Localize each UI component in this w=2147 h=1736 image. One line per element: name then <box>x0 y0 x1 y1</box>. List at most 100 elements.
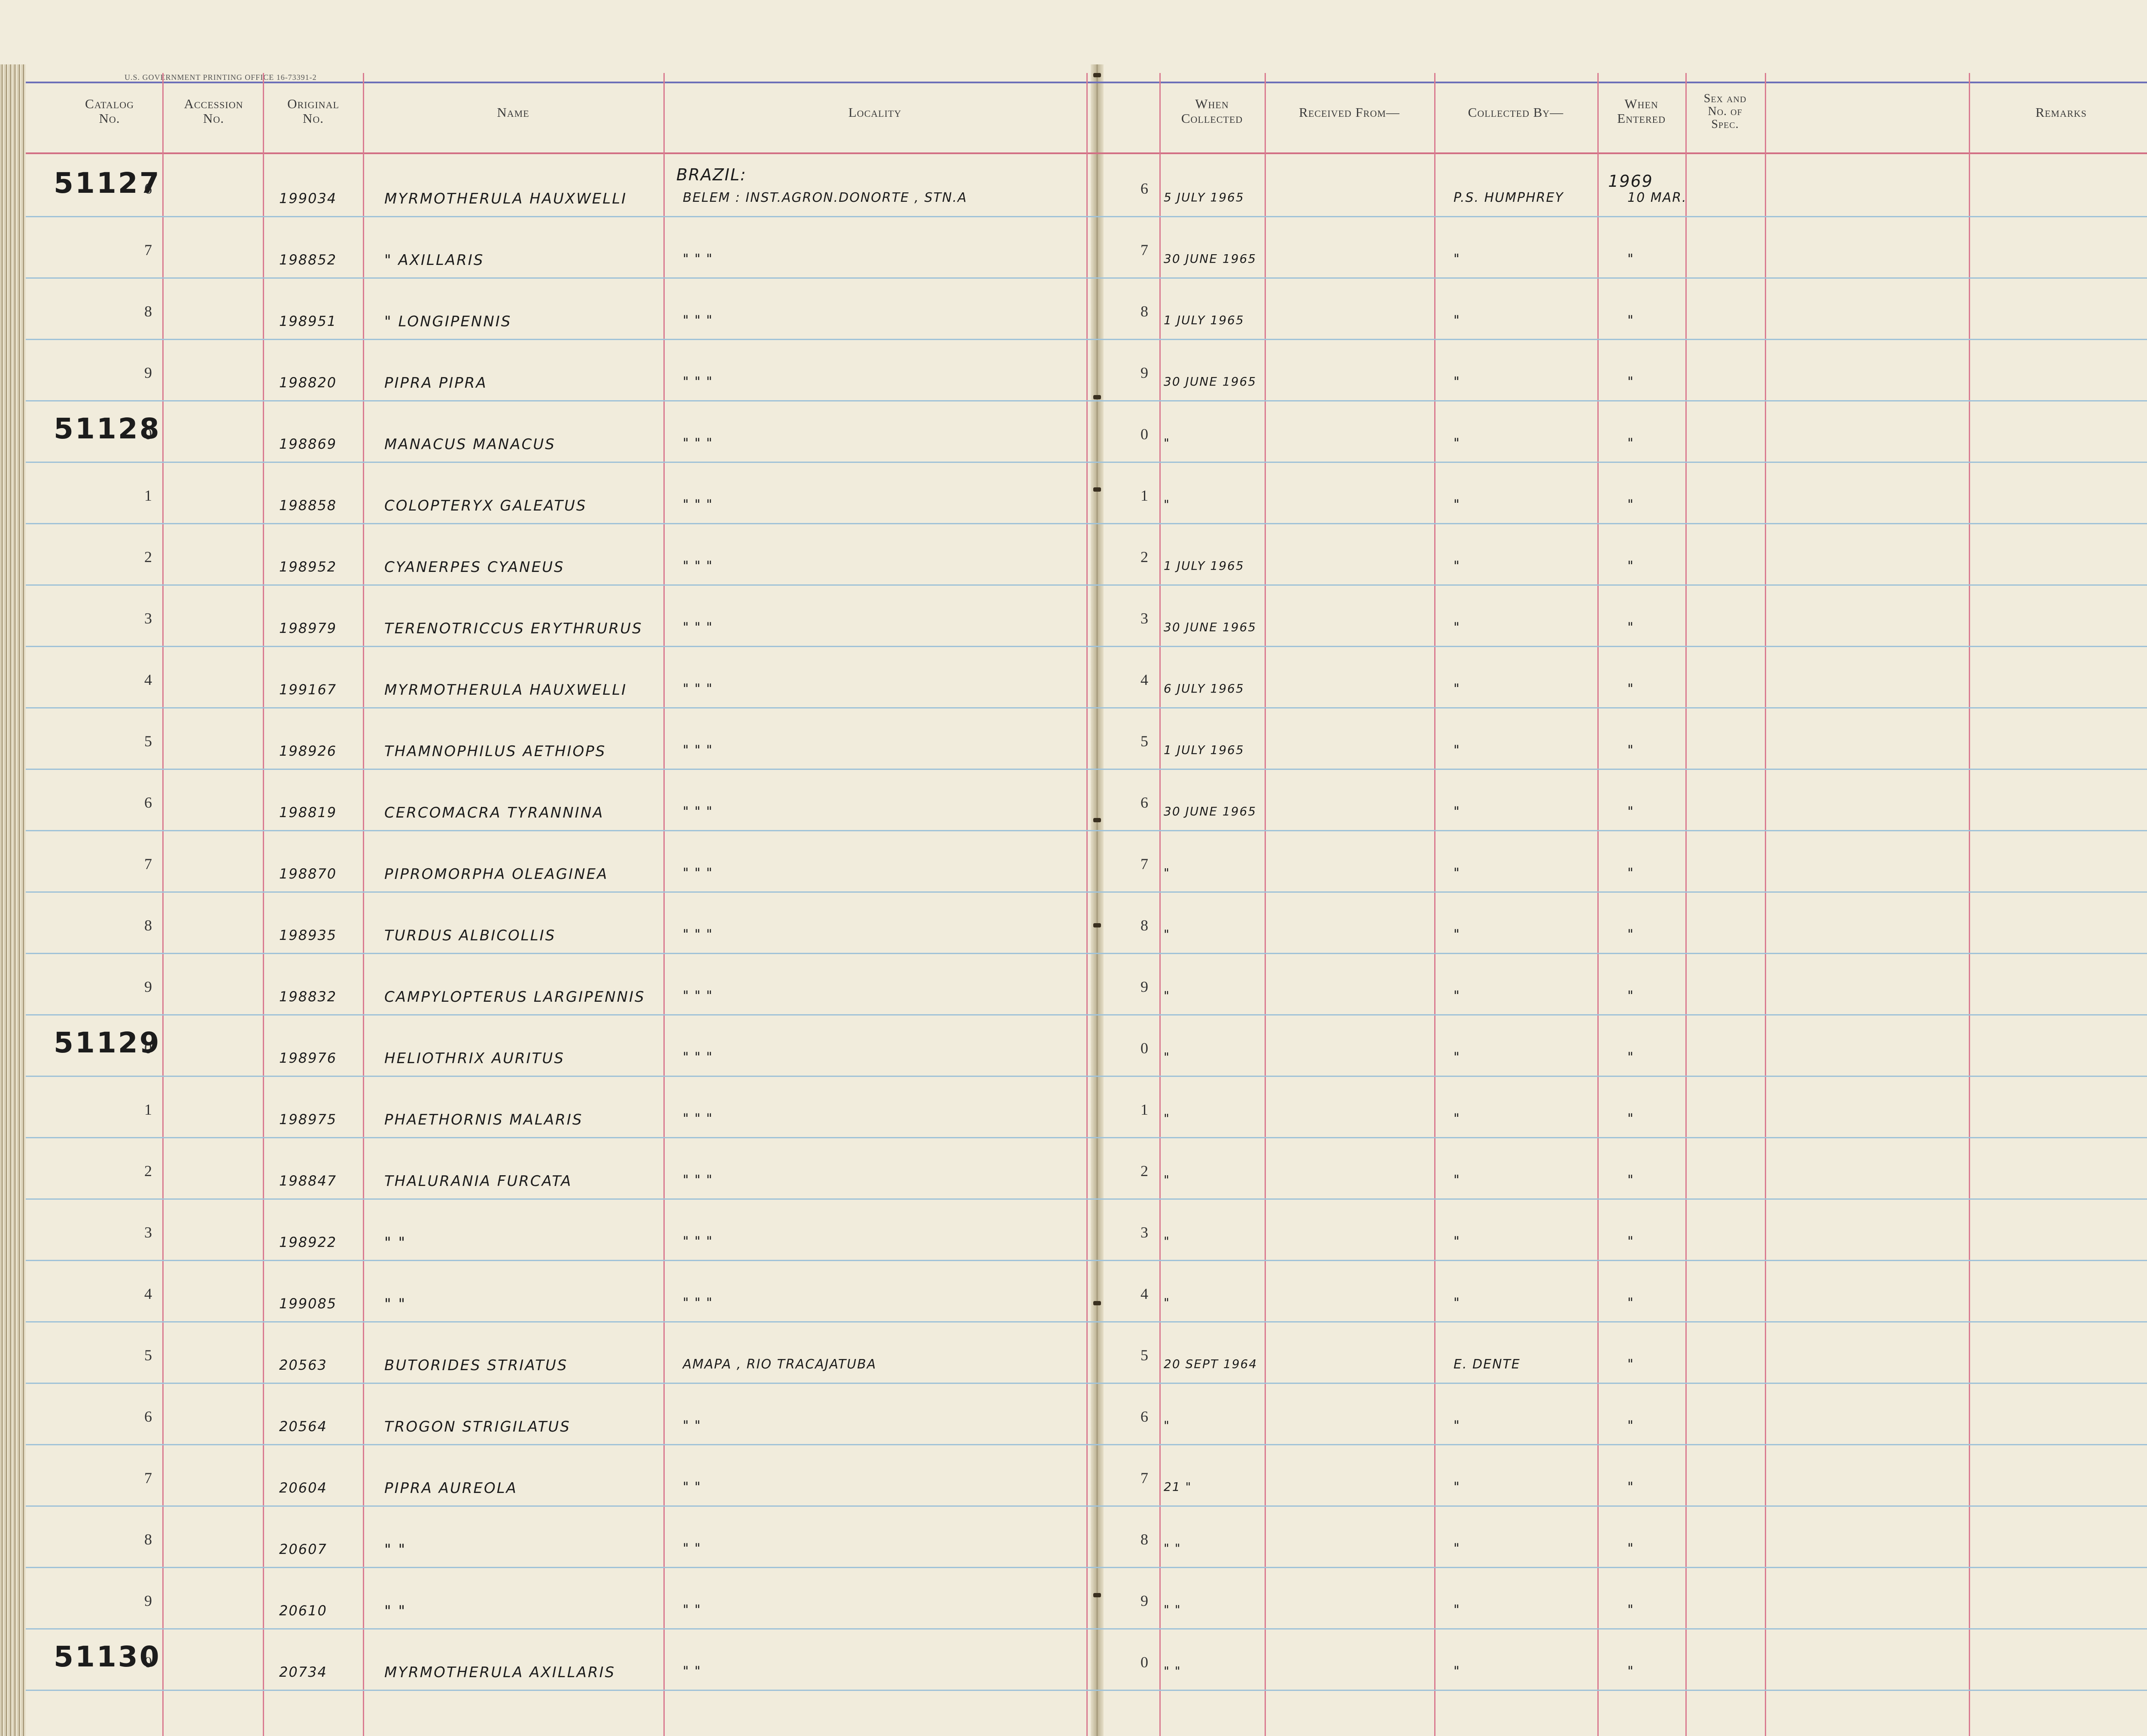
row-rule <box>26 830 2147 831</box>
col-line <box>663 73 665 1736</box>
row-digit-right: 9 <box>1140 1592 1148 1609</box>
original-number: 198922 <box>279 1234 337 1250</box>
locality-entry: " " " <box>683 374 713 389</box>
when-entered: " <box>1627 1357 1634 1372</box>
header-name: Name <box>497 105 529 120</box>
row-rule <box>26 1383 2147 1384</box>
binding-hole <box>1093 923 1101 927</box>
locality-entry: " " " <box>683 1234 713 1249</box>
collected-by: " <box>1454 1480 1460 1495</box>
when-collected: " <box>1164 866 1170 880</box>
when-entered: " <box>1627 252 1634 267</box>
row-digit-left: 9 <box>144 364 152 381</box>
row-digit-right: 0 <box>1140 1654 1148 1671</box>
row-digit-right: 7 <box>1140 241 1148 258</box>
locality-entry: Belem : Inst.Agron.doNorte , Stn.A <box>683 190 967 205</box>
original-number: 198979 <box>279 620 337 636</box>
col-line <box>263 73 264 1736</box>
header-sex-spec: Sex and No. of Spec. <box>1703 92 1747 131</box>
locality-entry: " " " <box>683 681 713 696</box>
row-rule <box>26 1690 2147 1691</box>
locality-entry: " " <box>683 1541 702 1556</box>
header-catalog: Catalog No. <box>85 96 134 126</box>
row-digit-right: 3 <box>1140 610 1148 627</box>
col-line <box>1265 73 1266 1736</box>
when-collected: " <box>1164 927 1170 941</box>
collected-by: " <box>1454 988 1460 1003</box>
original-number: 198852 <box>279 252 337 268</box>
row-digit-left: 7 <box>144 241 152 258</box>
page-edges-left <box>0 64 26 1736</box>
when-entered: " <box>1627 743 1634 758</box>
locality-entry: " " <box>683 1480 702 1495</box>
entered-year: 1969 <box>1608 172 1653 191</box>
col-line <box>1434 73 1435 1736</box>
collected-by: " <box>1454 1050 1460 1065</box>
row-digit-right: 9 <box>1140 978 1148 995</box>
original-number: 198870 <box>279 866 337 882</box>
row-digit-right: 1 <box>1140 1101 1148 1118</box>
col-line <box>1159 73 1161 1736</box>
row-digit-right: 2 <box>1140 548 1148 565</box>
row-digit-left: 3 <box>144 1224 152 1241</box>
original-number: 198847 <box>279 1173 337 1189</box>
collected-by: E. Dente <box>1454 1357 1521 1372</box>
row-rule <box>26 462 2147 463</box>
row-digit-right: 0 <box>1140 426 1148 443</box>
when-entered: " <box>1627 1664 1634 1679</box>
row-rule <box>26 1137 2147 1138</box>
species-name: Terenotriccus erythrurus <box>384 620 643 637</box>
species-name: Trogon strigilatus <box>384 1418 571 1435</box>
when-collected: " <box>1164 1050 1170 1064</box>
when-collected: " <box>1164 1295 1170 1310</box>
when-collected: " " <box>1164 1541 1181 1555</box>
row-digit-right: 8 <box>1140 1531 1148 1548</box>
when-collected: " <box>1164 1418 1170 1432</box>
species-name: Campylopterus largipennis <box>384 988 645 1006</box>
species-name: " " <box>384 1541 407 1558</box>
header-when-collected: When Collected <box>1181 96 1243 126</box>
ledger-spread: U.S. GOVERNMENT PRINTING OFFICE 16-73391… <box>0 0 2147 1736</box>
binding-hole <box>1093 395 1101 399</box>
row-rule <box>26 1321 2147 1323</box>
row-digit-left: 8 <box>144 303 152 320</box>
original-number: 20563 <box>279 1357 327 1373</box>
original-number: 199085 <box>279 1295 337 1312</box>
catalog-number: 51127 <box>54 167 161 200</box>
when-collected: " <box>1164 1173 1170 1187</box>
locality-entry: " " <box>683 1664 702 1679</box>
when-collected: 1 July 1965 <box>1164 313 1244 327</box>
row-digit-right: 8 <box>1140 303 1148 320</box>
row-digit-left: 9 <box>144 978 152 995</box>
collected-by: " <box>1454 681 1460 696</box>
original-number: 20610 <box>279 1602 327 1619</box>
row-digit-right: 5 <box>1140 733 1148 750</box>
row-digit-right: 7 <box>1140 855 1148 873</box>
collected-by: " <box>1454 620 1460 635</box>
locality-entry: " " " <box>683 497 713 512</box>
row-rule <box>26 584 2147 586</box>
locality-entry: " " " <box>683 559 713 574</box>
col-line <box>1765 73 1766 1736</box>
binding-hole <box>1093 1301 1101 1305</box>
row-digit-left: 5 <box>144 1347 152 1364</box>
row-digit-right: 8 <box>1140 917 1148 934</box>
original-number: 20607 <box>279 1541 327 1557</box>
locality-entry: " " " <box>683 1173 713 1188</box>
species-name: Pipra aureola <box>384 1480 517 1497</box>
collected-by: " <box>1454 436 1460 451</box>
when-collected: 30 June 1965 <box>1164 374 1257 389</box>
col-line <box>1685 73 1687 1736</box>
row-digit-left: 5 <box>144 733 152 750</box>
collected-by: " <box>1454 313 1460 328</box>
row-digit-left: 4 <box>144 1285 152 1302</box>
locality-entry: " " " <box>683 313 713 328</box>
original-number: 199167 <box>279 681 337 698</box>
row-digit-left: 9 <box>144 1592 152 1609</box>
collected-by: " <box>1454 866 1460 881</box>
when-entered: " <box>1627 866 1634 881</box>
row-rule <box>26 891 2147 893</box>
locality-entry: " " " <box>683 988 713 1003</box>
collected-by: P.S. Humphrey <box>1454 190 1564 205</box>
header-when-entered: When Entered <box>1617 96 1666 126</box>
